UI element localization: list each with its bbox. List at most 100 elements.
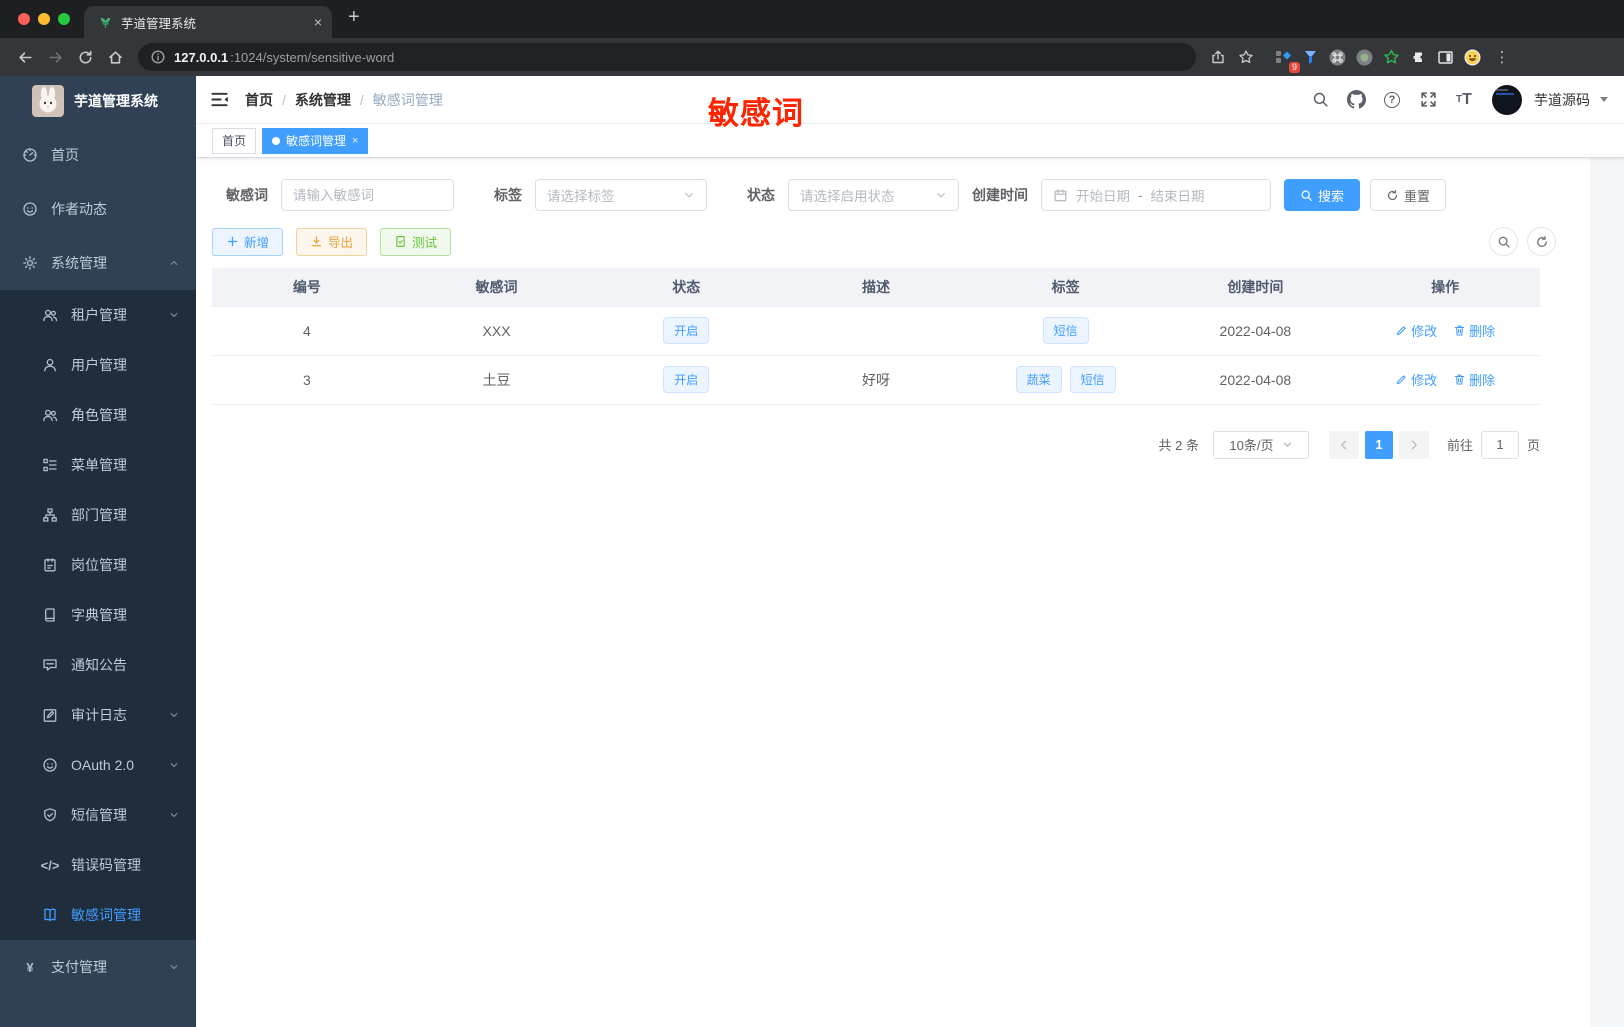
- user-caret-down-icon[interactable]: [1600, 97, 1608, 106]
- audit-icon: [42, 707, 58, 723]
- next-page-button[interactable]: [1398, 430, 1429, 459]
- export-button[interactable]: 导出: [296, 227, 368, 256]
- breadcrumb-separator: /: [359, 91, 364, 108]
- chevron-down-icon: [683, 189, 695, 201]
- add-button-label: 新增: [244, 236, 270, 250]
- browser-tabstrip: 芋道管理系统 × +: [0, 0, 1624, 38]
- sidebar-item-3[interactable]: 租户管理: [0, 290, 196, 340]
- tag-tab-0[interactable]: 首页: [212, 127, 257, 154]
- browser-menu-icon[interactable]: ⋮: [1492, 48, 1512, 66]
- url-bar[interactable]: 127.0.0.1:1024/system/sensitive-word: [138, 43, 1196, 71]
- status-badge: 开启: [663, 366, 710, 393]
- sidebar-item-label: 菜单管理: [71, 457, 127, 473]
- page-number-1[interactable]: 1: [1364, 430, 1393, 459]
- window-minimize-button[interactable]: [38, 13, 50, 25]
- sidebar-item-label: 首页: [51, 147, 79, 163]
- page-size-select[interactable]: 10条/页: [1212, 430, 1309, 459]
- share-icon[interactable]: [1204, 43, 1232, 71]
- extension-command-icon[interactable]: [1324, 44, 1351, 71]
- filter-daterange-input[interactable]: 开始日期 - 结束日期: [1041, 179, 1271, 211]
- profile-avatar-icon[interactable]: [1459, 44, 1486, 71]
- extension-funnel-icon[interactable]: [1297, 44, 1324, 71]
- sidebar-item-label: 角色管理: [71, 407, 127, 423]
- filter-word-input[interactable]: [281, 179, 454, 211]
- sidebar-item-label: OAuth 2.0: [71, 757, 135, 773]
- sidebar-item-12[interactable]: OAuth 2.0: [0, 740, 196, 790]
- sidebar-item-14[interactable]: </> 错误码管理: [0, 840, 196, 890]
- sidebar-item-16[interactable]: ¥ 支付管理: [0, 940, 196, 994]
- filter-tag-select[interactable]: 请选择标签: [535, 179, 707, 211]
- collapse-menu-icon[interactable]: [210, 90, 229, 109]
- edit-link[interactable]: 修改: [1395, 321, 1437, 340]
- delete-link[interactable]: 删除: [1453, 321, 1495, 340]
- back-icon[interactable]: [10, 42, 40, 72]
- table-refresh-icon[interactable]: [1527, 227, 1556, 256]
- window-controls: [0, 0, 84, 38]
- extension-diamond-icon[interactable]: 9: [1270, 44, 1300, 73]
- reload-icon[interactable]: [70, 42, 100, 72]
- screen: 芋道管理系统 × + 127.0.0.1:1024/system/sensiti…: [0, 0, 1624, 1027]
- sidebar-item-0[interactable]: 首页: [0, 128, 196, 182]
- window-close-button[interactable]: [18, 13, 30, 25]
- tab-close-icon[interactable]: ×: [352, 135, 358, 147]
- extension-star-icon[interactable]: [1378, 44, 1405, 71]
- reset-button[interactable]: 重置: [1370, 179, 1447, 211]
- sidebar-item-15[interactable]: 敏感词管理: [0, 890, 196, 940]
- delete-link[interactable]: 删除: [1453, 370, 1495, 389]
- trash-icon: [1453, 324, 1466, 337]
- user-name[interactable]: 芋道源码: [1534, 90, 1590, 110]
- breadcrumb-item-1[interactable]: 系统管理: [295, 90, 351, 110]
- start-date-placeholder: 开始日期: [1076, 189, 1130, 204]
- sidebar-item-8[interactable]: 岗位管理: [0, 540, 196, 590]
- browser-tab[interactable]: 芋道管理系统 ×: [84, 6, 332, 38]
- window-zoom-button[interactable]: [58, 13, 70, 25]
- sidebar-logo[interactable]: 芋道管理系统: [0, 76, 196, 126]
- sidebar-item-9[interactable]: 字典管理: [0, 590, 196, 640]
- extension-puzzle-icon[interactable]: [1405, 44, 1432, 71]
- sidebar-item-13[interactable]: 短信管理: [0, 790, 196, 840]
- search-icon[interactable]: [1306, 86, 1334, 114]
- navbar-right: ? TT 芋道源码: [1306, 84, 1608, 115]
- column-header-3: 描述: [781, 268, 971, 306]
- sidebar-item-10[interactable]: 通知公告: [0, 640, 196, 690]
- bookmark-star-icon[interactable]: [1232, 43, 1260, 71]
- navbar: 首页 / 系统管理 / 敏感词管理 ? TT 芋道源码: [196, 76, 1624, 124]
- sidebar-item-5[interactable]: 角色管理: [0, 390, 196, 440]
- sidebar-item-4[interactable]: 用户管理: [0, 340, 196, 390]
- sidebar-item-11[interactable]: 审计日志: [0, 690, 196, 740]
- extension-sidepanel-icon[interactable]: [1432, 44, 1459, 71]
- new-tab-button[interactable]: +: [348, 6, 360, 29]
- test-button[interactable]: 测试: [380, 227, 452, 256]
- sidebar-item-6[interactable]: 菜单管理: [0, 440, 196, 490]
- tab-close-icon[interactable]: ×: [314, 14, 322, 30]
- add-button[interactable]: 新增: [212, 227, 284, 256]
- sidebar-item-1[interactable]: 作者动态: [0, 182, 196, 236]
- main-area: 首页 / 系统管理 / 敏感词管理 ? TT 芋道源码 首页 敏感词管理 × 敏感词: [196, 76, 1624, 1027]
- tag-tab-1[interactable]: 敏感词管理 ×: [262, 127, 369, 154]
- filter-status-select[interactable]: 请选择启用状态: [788, 179, 959, 211]
- site-info-icon[interactable]: [150, 49, 166, 65]
- breadcrumb-item-0[interactable]: 首页: [245, 90, 273, 110]
- tag-chip: 短信: [1069, 366, 1116, 393]
- sidebar-item-7[interactable]: 部门管理: [0, 490, 196, 540]
- word-input[interactable]: [293, 187, 442, 203]
- edit-link[interactable]: 修改: [1395, 370, 1437, 389]
- column-header-0: 编号: [212, 268, 402, 306]
- home-icon[interactable]: [100, 42, 130, 72]
- extension-record-icon[interactable]: [1351, 44, 1378, 71]
- font-size-icon[interactable]: TT: [1450, 86, 1478, 114]
- chevron-down-icon: [168, 309, 180, 321]
- table-row-0: 4 XXX 开启 短信 2022-04-08 修改 删除: [212, 305, 1540, 356]
- fullscreen-icon[interactable]: [1414, 86, 1442, 114]
- sidebar-item-2[interactable]: 系统管理: [0, 236, 196, 290]
- table-search-icon[interactable]: [1489, 227, 1518, 256]
- sidebar-item-label: 通知公告: [71, 657, 127, 673]
- goto-page-input[interactable]: [1480, 430, 1519, 459]
- prev-page-button[interactable]: [1328, 430, 1359, 459]
- forward-icon[interactable]: [40, 42, 70, 72]
- help-icon[interactable]: ?: [1378, 86, 1406, 114]
- github-icon[interactable]: [1342, 86, 1370, 114]
- post-icon: [42, 557, 58, 573]
- search-button[interactable]: 搜索: [1284, 179, 1361, 211]
- user-avatar[interactable]: [1492, 84, 1522, 115]
